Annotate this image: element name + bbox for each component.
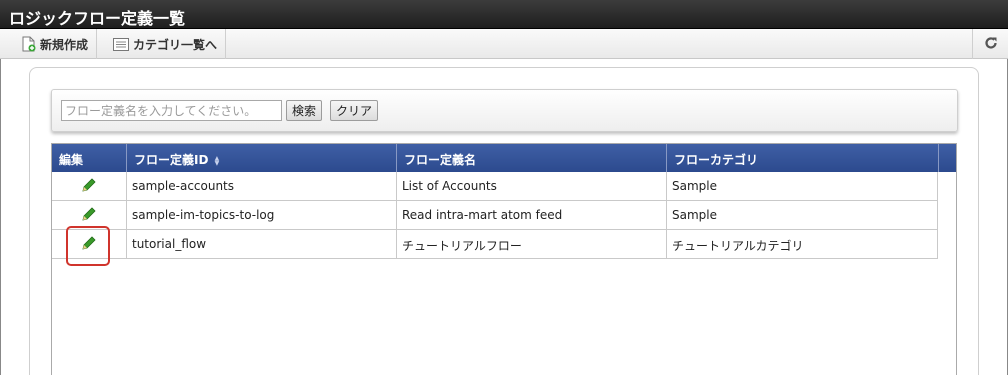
- column-header-flow-category[interactable]: フローカテゴリ: [667, 144, 939, 172]
- flow-name-cell: Read intra-mart atom feed: [397, 201, 667, 230]
- flow-id-cell: sample-accounts: [127, 172, 397, 201]
- flow-category-cell: Sample: [667, 172, 938, 201]
- new-document-icon: [22, 36, 36, 52]
- pencil-icon: [80, 205, 98, 226]
- sort-icon: ▲ ▼: [214, 154, 220, 167]
- table-row[interactable]: sample-im-topics-to-log Read intra-mart …: [52, 201, 938, 230]
- grid-header: 編集 フロー定義ID ▲ ▼ フロー定義名 フローカテゴリ: [52, 144, 956, 172]
- search-button[interactable]: 検索: [286, 100, 323, 121]
- category-list-button-label: カテゴリ一覧へ: [133, 37, 218, 52]
- column-header-edit: 編集: [52, 144, 127, 172]
- flow-name-cell: チュートリアルフロー: [397, 230, 667, 259]
- highlight-annotation: [66, 226, 110, 266]
- column-header-flow-id[interactable]: フロー定義ID ▲ ▼: [127, 144, 397, 172]
- flow-category-cell: Sample: [667, 201, 938, 230]
- flow-id-cell: tutorial_flow: [127, 230, 397, 259]
- flow-definition-grid: 編集 フロー定義ID ▲ ▼ フロー定義名 フローカテゴリ sample-acco…: [51, 143, 957, 375]
- pencil-icon: [80, 176, 98, 197]
- list-icon: [113, 37, 129, 51]
- toolbar: 新規作成 カテゴリ一覧へ: [0, 29, 1008, 59]
- column-header-flow-name[interactable]: フロー定義名: [397, 144, 667, 172]
- refresh-button[interactable]: [972, 29, 1008, 59]
- new-button[interactable]: 新規作成: [14, 29, 98, 59]
- flow-name-search-input[interactable]: [61, 100, 282, 121]
- flow-name-cell: List of Accounts: [397, 172, 667, 201]
- table-row[interactable]: sample-accounts List of Accounts Sample: [52, 172, 938, 201]
- search-box: 検索 クリア: [51, 89, 958, 132]
- table-row[interactable]: tutorial_flow チュートリアルフロー チュートリアルカテゴリ: [52, 230, 938, 259]
- clear-button[interactable]: クリア: [330, 100, 379, 121]
- refresh-icon: [984, 36, 998, 53]
- frame-border-left: [0, 59, 1, 375]
- flow-id-cell: sample-im-topics-to-log: [127, 201, 397, 230]
- new-button-label: 新規作成: [40, 37, 89, 52]
- edit-button[interactable]: [52, 172, 127, 201]
- flow-category-cell: チュートリアルカテゴリ: [667, 230, 938, 259]
- category-list-button[interactable]: カテゴリ一覧へ: [105, 29, 227, 59]
- window-title: ロジックフロー定義一覧: [0, 0, 1008, 29]
